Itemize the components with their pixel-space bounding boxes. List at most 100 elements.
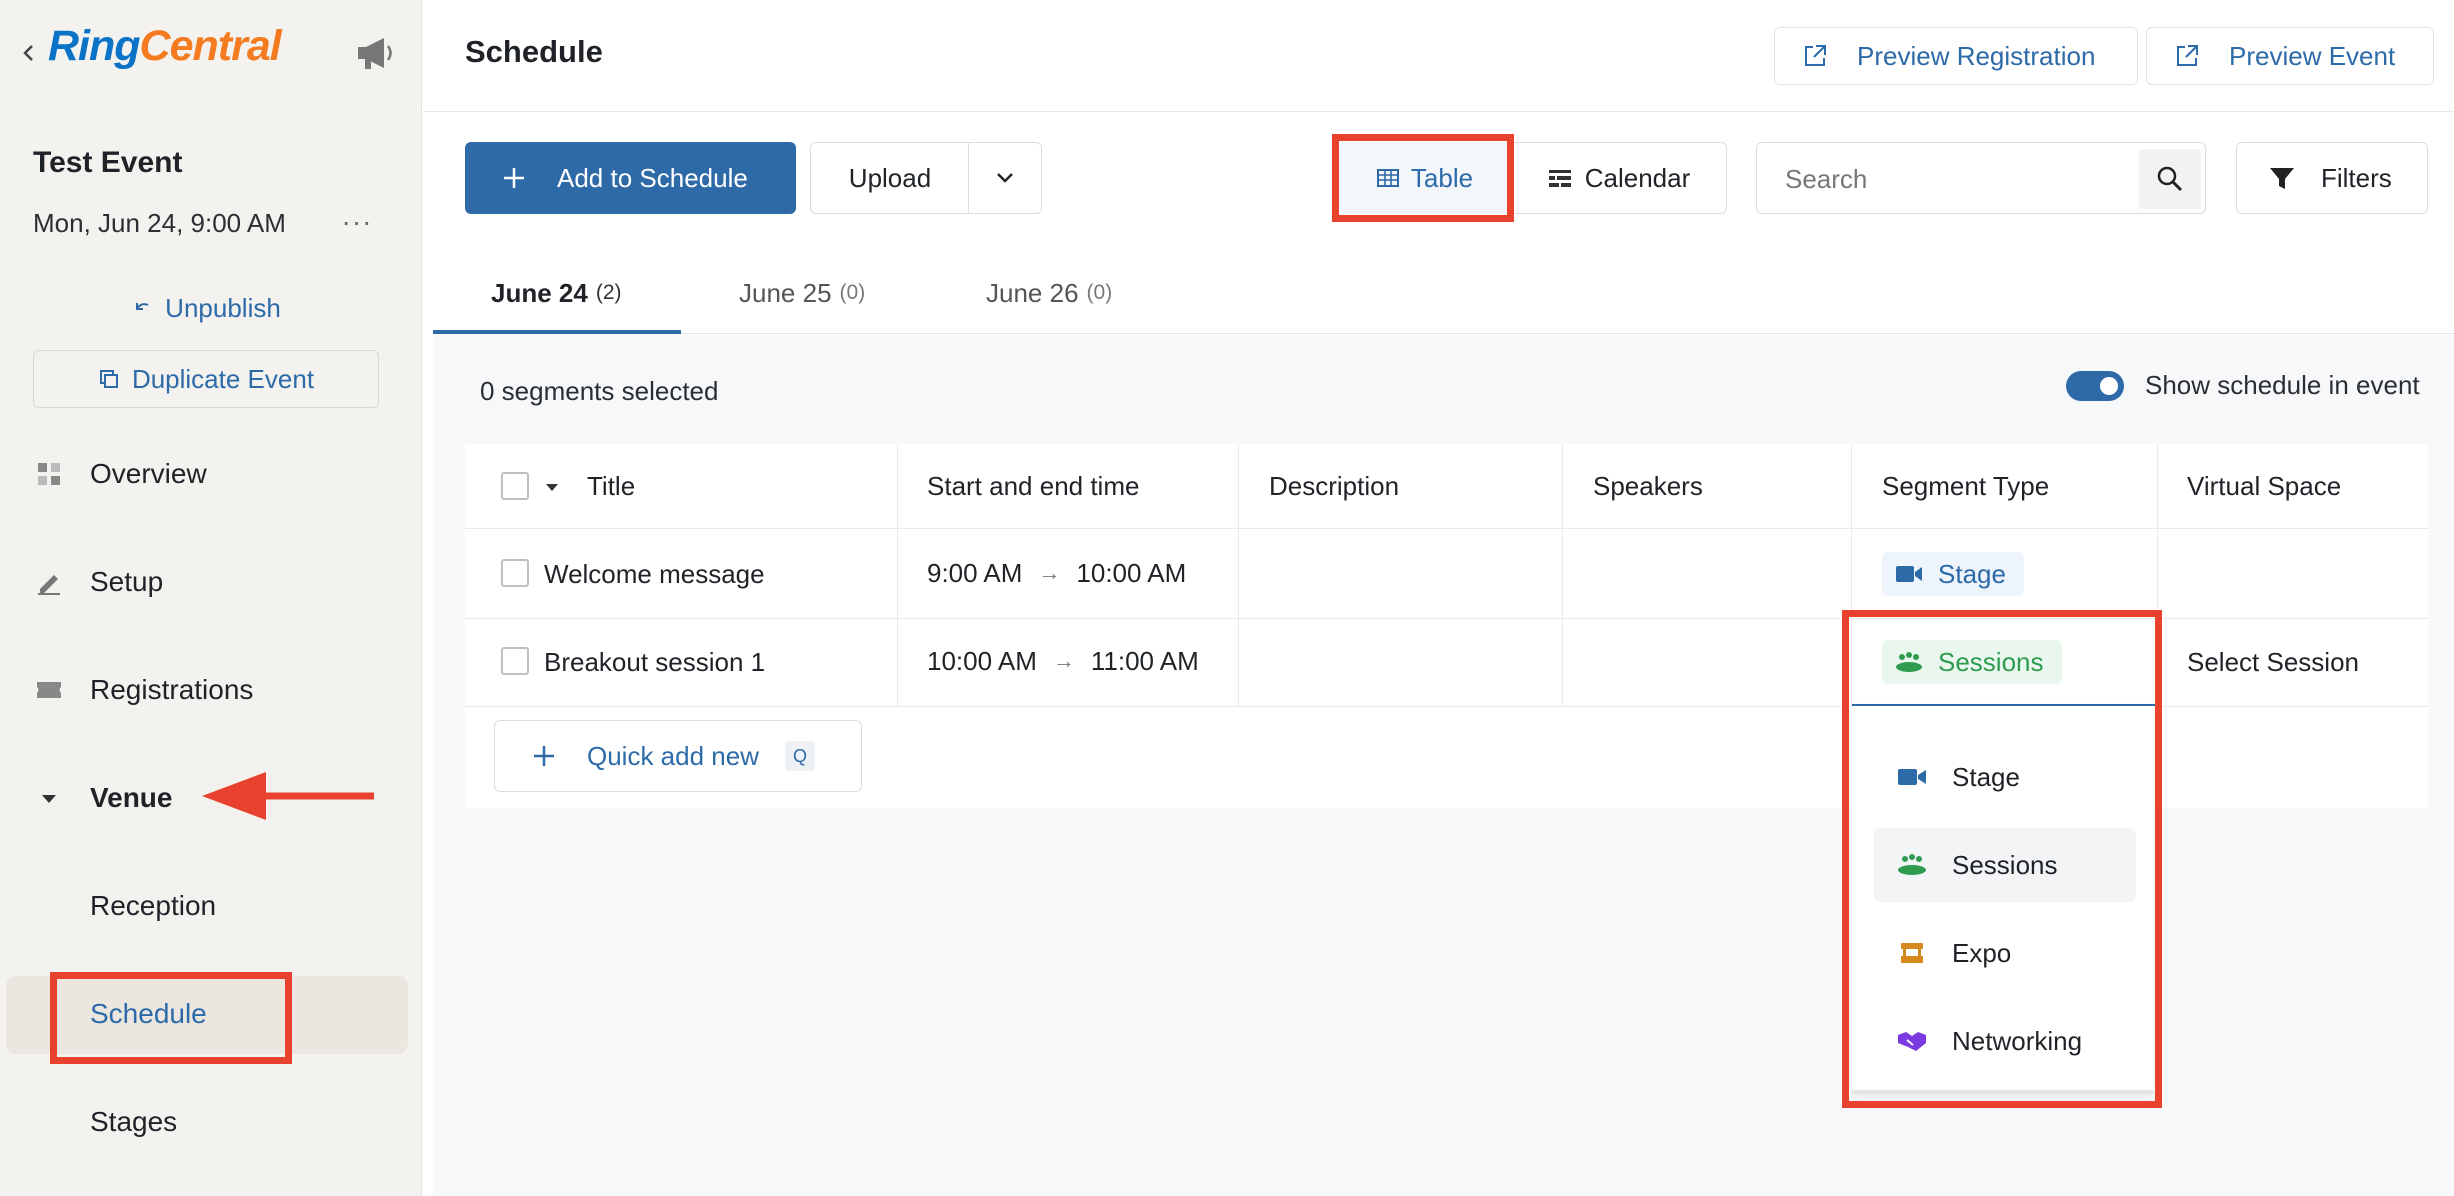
sidebar-item-label: Reception [90, 890, 217, 921]
more-options-icon[interactable]: ··· [340, 206, 374, 237]
sidebar-item-setup[interactable]: Setup [0, 546, 422, 618]
caret-down-icon[interactable] [541, 476, 563, 498]
unpublish-button[interactable]: Unpublish [33, 278, 379, 338]
arrow-right-icon: → [1038, 560, 1061, 585]
annotation-box-table [1332, 134, 1514, 222]
calendar-view-label: Calendar [1584, 162, 1691, 193]
column-header-time: Start and end time [927, 470, 1140, 501]
filters-button[interactable]: Filters [2236, 142, 2428, 214]
sidebar-item-label: Venue [90, 782, 173, 813]
sidebar-item-label: Setup [90, 566, 164, 597]
plus-icon [534, 746, 554, 766]
show-schedule-toggle[interactable] [2066, 371, 2124, 401]
video-camera-icon [1896, 566, 1922, 582]
row-time[interactable]: 10:00 AM → 11:00 AM [927, 644, 1199, 678]
quick-add-label: Quick add new [587, 740, 759, 771]
column-header-description: Description [1269, 470, 1400, 501]
column-header-virtual-space: Virtual Space [2187, 470, 2342, 501]
column-header-title: Title [587, 470, 636, 501]
brand-row: RingCentral [0, 0, 422, 110]
preview-event-button[interactable]: Preview Event [2146, 27, 2434, 85]
segments-selected-text: 0 segments selected [480, 376, 719, 406]
end-time: 10:00 AM [1076, 557, 1187, 588]
tab-label: June 24 [491, 277, 588, 308]
main-header: Schedule Preview Registration Preview Ev… [423, 0, 2454, 112]
preview-registration-button[interactable]: Preview Registration [1774, 27, 2138, 85]
annotation-arrow-icon [202, 772, 374, 820]
tab-count: (2) [595, 281, 622, 304]
tab-june-25[interactable]: June 25 (0) [739, 252, 865, 334]
calendar-view-button[interactable]: Calendar [1510, 142, 1727, 214]
filters-label: Filters [2321, 162, 2392, 193]
column-header-speakers: Speakers [1593, 470, 1703, 501]
add-to-schedule-button[interactable]: Add to Schedule [465, 142, 796, 214]
ringcentral-logo: RingCentral [48, 22, 282, 71]
sidebar-item-reception[interactable]: Reception [0, 870, 422, 942]
arrow-right-icon: → [1052, 648, 1075, 673]
search-input[interactable] [1785, 161, 2125, 197]
chevron-left-icon[interactable] [18, 38, 38, 68]
external-link-icon [1805, 45, 1826, 66]
megaphone-icon[interactable] [352, 32, 398, 74]
external-link-icon [2177, 45, 2198, 66]
duplicate-event-button[interactable]: Duplicate Event [33, 350, 379, 408]
row-time[interactable]: 9:00 AM → 10:00 AM [927, 556, 1186, 590]
calendar-icon [1548, 170, 1571, 187]
row-divider [465, 528, 2428, 529]
sidebar-item-overview[interactable]: Overview [0, 438, 422, 510]
search-box [1756, 142, 2206, 214]
select-all-checkbox[interactable] [501, 472, 529, 500]
ticket-icon [37, 682, 61, 698]
add-to-schedule-label: Add to Schedule [557, 162, 748, 193]
segment-type-badge-stage[interactable]: Stage [1882, 552, 2024, 596]
date-tabs: June 24 (2) June 25 (0) June 26 (0) [433, 252, 2454, 334]
chevron-down-icon [997, 173, 1013, 183]
upload-button[interactable]: Upload [810, 142, 970, 214]
plus-icon [504, 168, 524, 188]
logo-central-text: Central [139, 22, 282, 70]
sidebar-item-registrations[interactable]: Registrations [0, 654, 422, 726]
search-icon [2157, 166, 2183, 192]
grid-icon [38, 463, 60, 485]
active-tab-indicator [433, 330, 681, 334]
sidebar-item-label: Overview [90, 458, 207, 489]
event-date: Mon, Jun 24, 9:00 AM [33, 208, 286, 238]
annotation-box-segment-type [1842, 610, 2162, 1108]
segment-type-label: Stage [1938, 558, 2006, 589]
sidebar-item-stages[interactable]: Stages [0, 1086, 422, 1158]
page-title: Schedule [465, 34, 603, 69]
annotation-box-schedule [50, 972, 292, 1064]
row-title[interactable]: Welcome message [544, 557, 765, 591]
column-divider [1562, 444, 1563, 706]
end-time: 11:00 AM [1090, 645, 1199, 676]
duplicate-event-label: Duplicate Event [131, 363, 315, 394]
tab-label: June 25 [739, 277, 832, 308]
upload-dropdown-toggle[interactable] [968, 142, 1042, 214]
column-header-segment-type: Segment Type [1882, 470, 2050, 501]
start-time: 9:00 AM [927, 557, 1023, 588]
start-time: 10:00 AM [927, 645, 1037, 676]
filter-icon [2270, 168, 2294, 189]
tab-label: June 26 [986, 277, 1079, 308]
quick-add-button[interactable]: Quick add new Q [494, 720, 862, 792]
tab-count: (0) [1086, 281, 1113, 304]
tab-june-24[interactable]: June 24 (2) [491, 252, 622, 334]
column-divider [1238, 444, 1239, 706]
caret-down-icon [42, 795, 56, 803]
undo-icon [136, 303, 149, 310]
sidebar-item-label: Stages [90, 1106, 178, 1137]
pencil-icon [38, 575, 60, 595]
copy-icon [99, 370, 118, 388]
row-title[interactable]: Breakout session 1 [544, 645, 765, 679]
keyboard-shortcut-badge: Q [784, 741, 815, 771]
tab-count: (0) [839, 281, 866, 304]
tab-june-26[interactable]: June 26 (0) [986, 252, 1112, 334]
sidebar-item-label: Registrations [90, 674, 254, 705]
row-checkbox[interactable] [501, 647, 529, 675]
preview-registration-label: Preview Registration [1857, 40, 2096, 71]
unpublish-label: Unpublish [165, 292, 281, 323]
column-divider [897, 444, 898, 706]
row-checkbox[interactable] [501, 559, 529, 587]
search-button[interactable] [2139, 149, 2201, 209]
select-session-link[interactable]: Select Session [2187, 645, 2359, 679]
